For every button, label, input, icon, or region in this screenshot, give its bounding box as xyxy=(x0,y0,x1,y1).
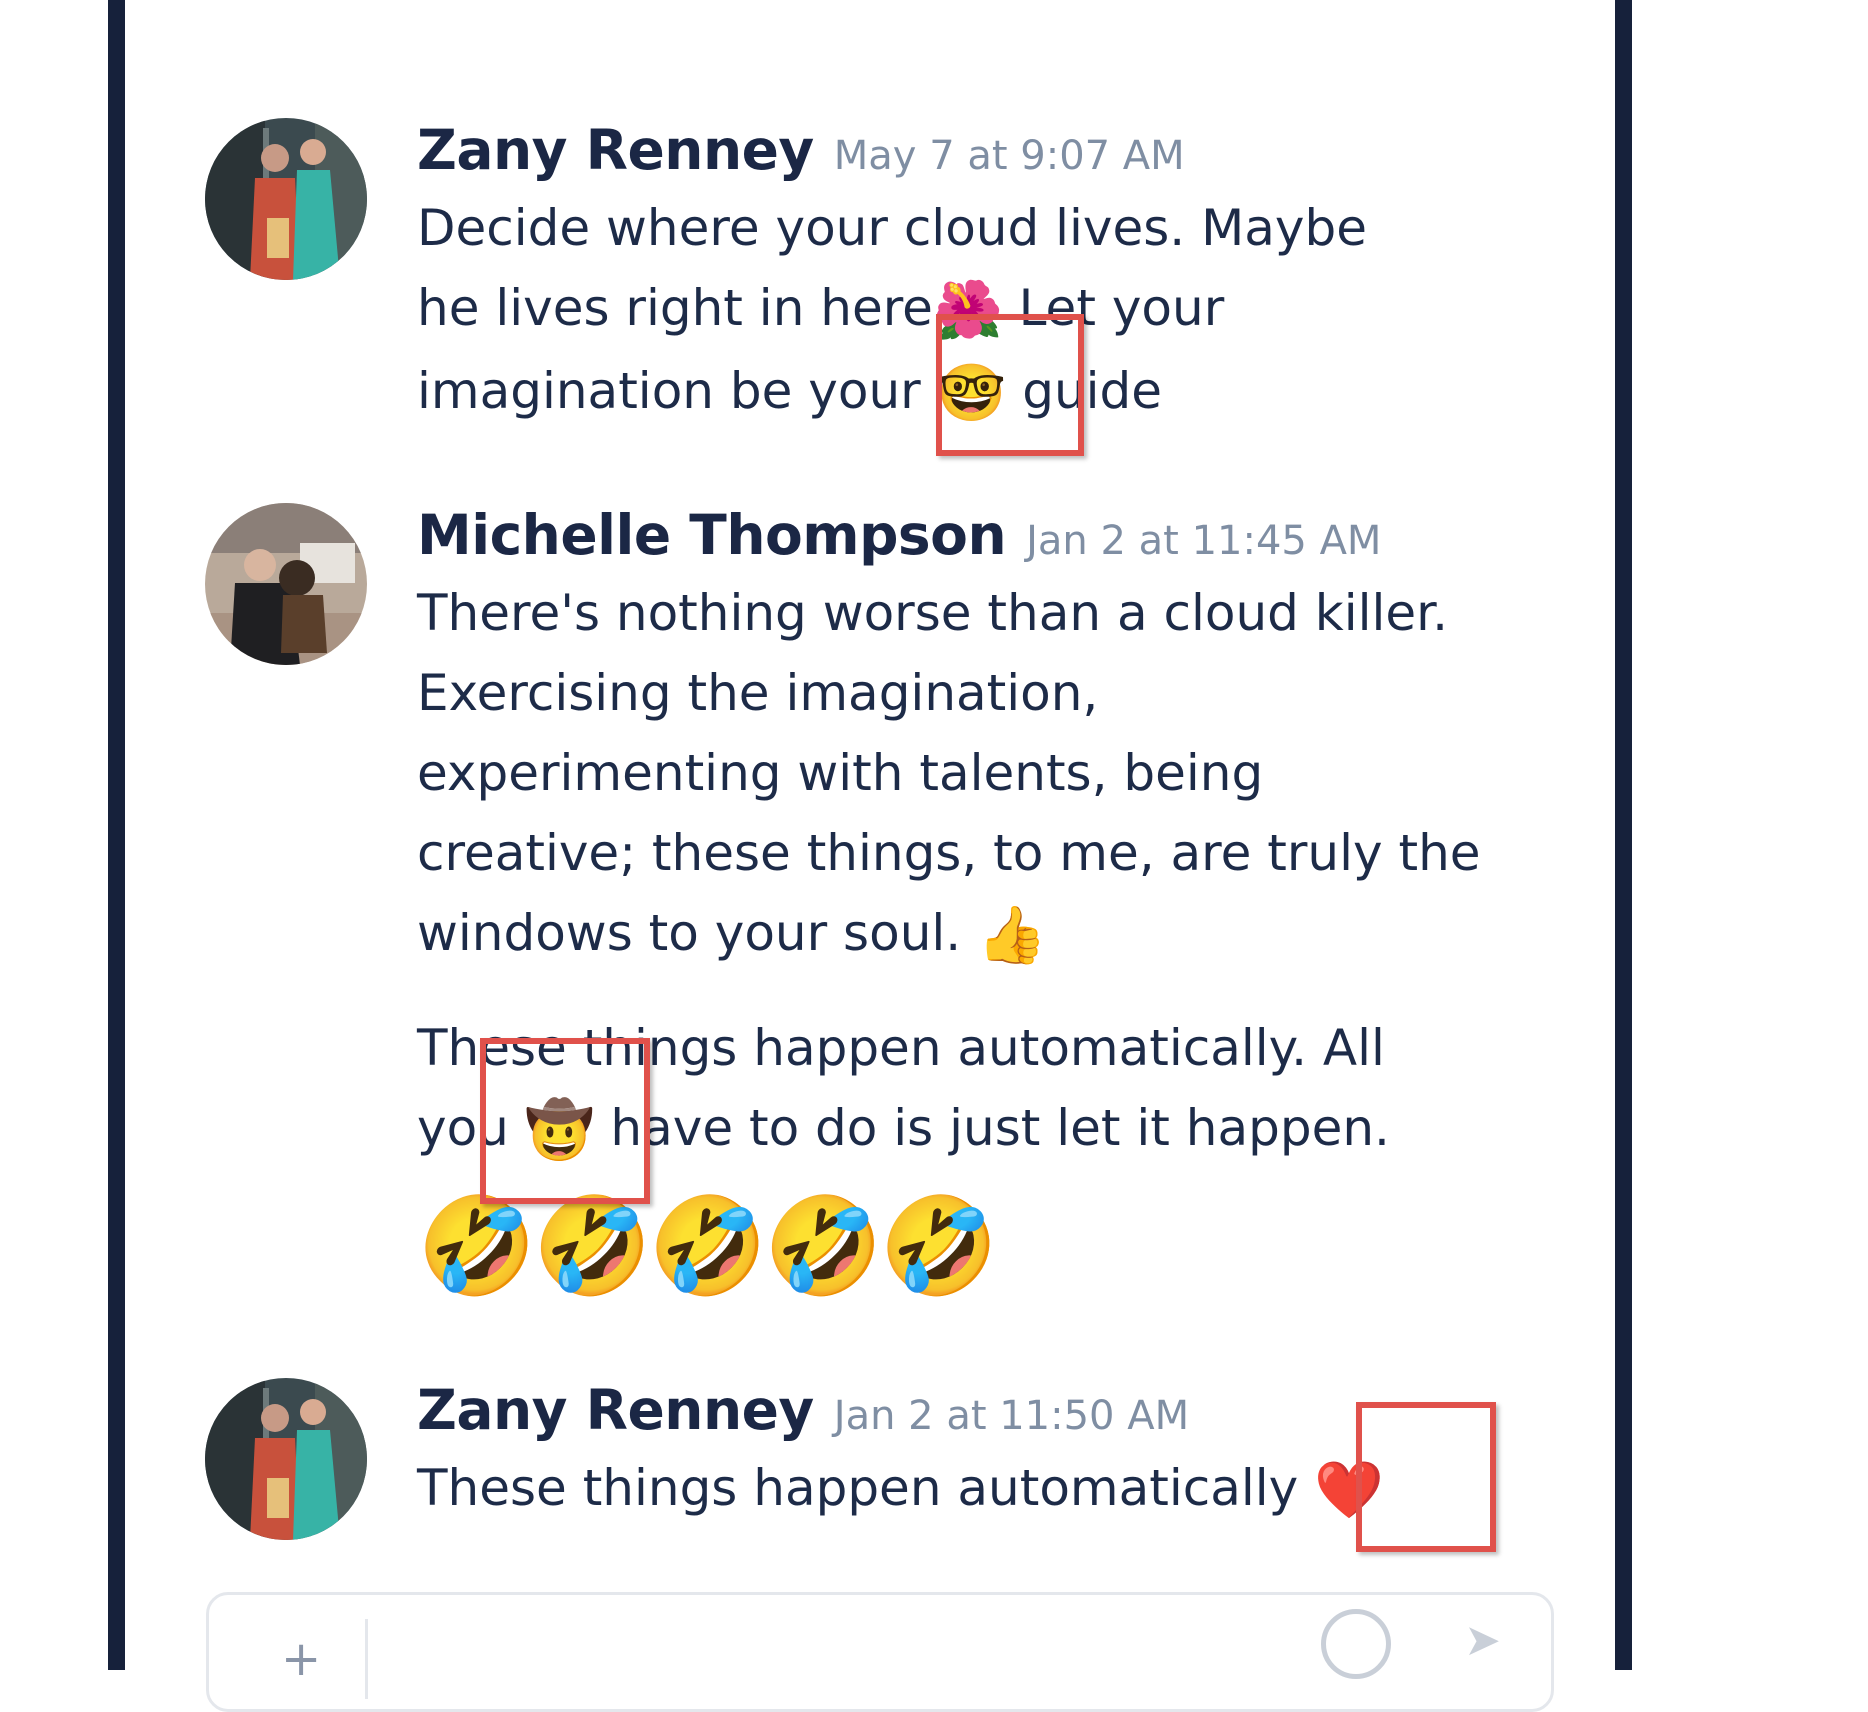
message-line: Exercising the imagination, xyxy=(417,664,1099,722)
laughing-emoji-row-icon: 🤣🤣🤣🤣🤣 xyxy=(417,1190,999,1302)
avatar-photo-michelle xyxy=(205,503,367,665)
author-name[interactable]: Zany Renney xyxy=(417,118,814,182)
message-timestamp: May 7 at 9:07 AM xyxy=(833,133,1185,179)
emoji-picker-icon[interactable] xyxy=(1321,1609,1391,1679)
add-attachment-icon[interactable]: + xyxy=(281,1631,321,1687)
avatar-photo-zany xyxy=(205,118,367,280)
avatar[interactable] xyxy=(205,118,367,280)
text-segment: imagination be your xyxy=(417,362,937,420)
composer-divider xyxy=(365,1619,368,1699)
text-segment: windows to your soul. xyxy=(417,904,978,962)
send-icon[interactable]: ➤ xyxy=(1464,1615,1501,1666)
message-line: Decide where your cloud lives. Maybe xyxy=(417,199,1367,257)
avatar-photo-zany xyxy=(205,1378,367,1540)
text-segment: he lives right in here xyxy=(417,279,933,337)
highlight-box-cowboy-emoji xyxy=(480,1038,650,1204)
message-line: experimenting with talents, being xyxy=(417,744,1264,802)
avatar[interactable] xyxy=(205,1378,367,1540)
message-line: windows to your soul. 👍 xyxy=(417,893,1567,976)
message-line: There's nothing worse than a cloud kille… xyxy=(417,584,1449,642)
highlight-box-nerd-emoji xyxy=(936,314,1084,456)
text-segment: have to do is just let it happen. xyxy=(594,1099,1390,1157)
avatar[interactable] xyxy=(205,503,367,665)
author-name[interactable]: Zany Renney xyxy=(417,1378,814,1442)
thumbs-up-emoji-icon: 👍 xyxy=(977,903,1047,968)
message-line: creative; these things, to me, are truly… xyxy=(417,824,1481,882)
message-timestamp: Jan 2 at 11:50 AM xyxy=(833,1393,1190,1439)
author-name[interactable]: Michelle Thompson xyxy=(417,503,1007,567)
text-segment: These things happen automatically xyxy=(417,1459,1299,1517)
message-composer[interactable]: + ➤ xyxy=(206,1592,1554,1712)
message-timestamp: Jan 2 at 11:45 AM xyxy=(1026,518,1382,564)
highlight-box-heart-emoji xyxy=(1356,1402,1496,1552)
